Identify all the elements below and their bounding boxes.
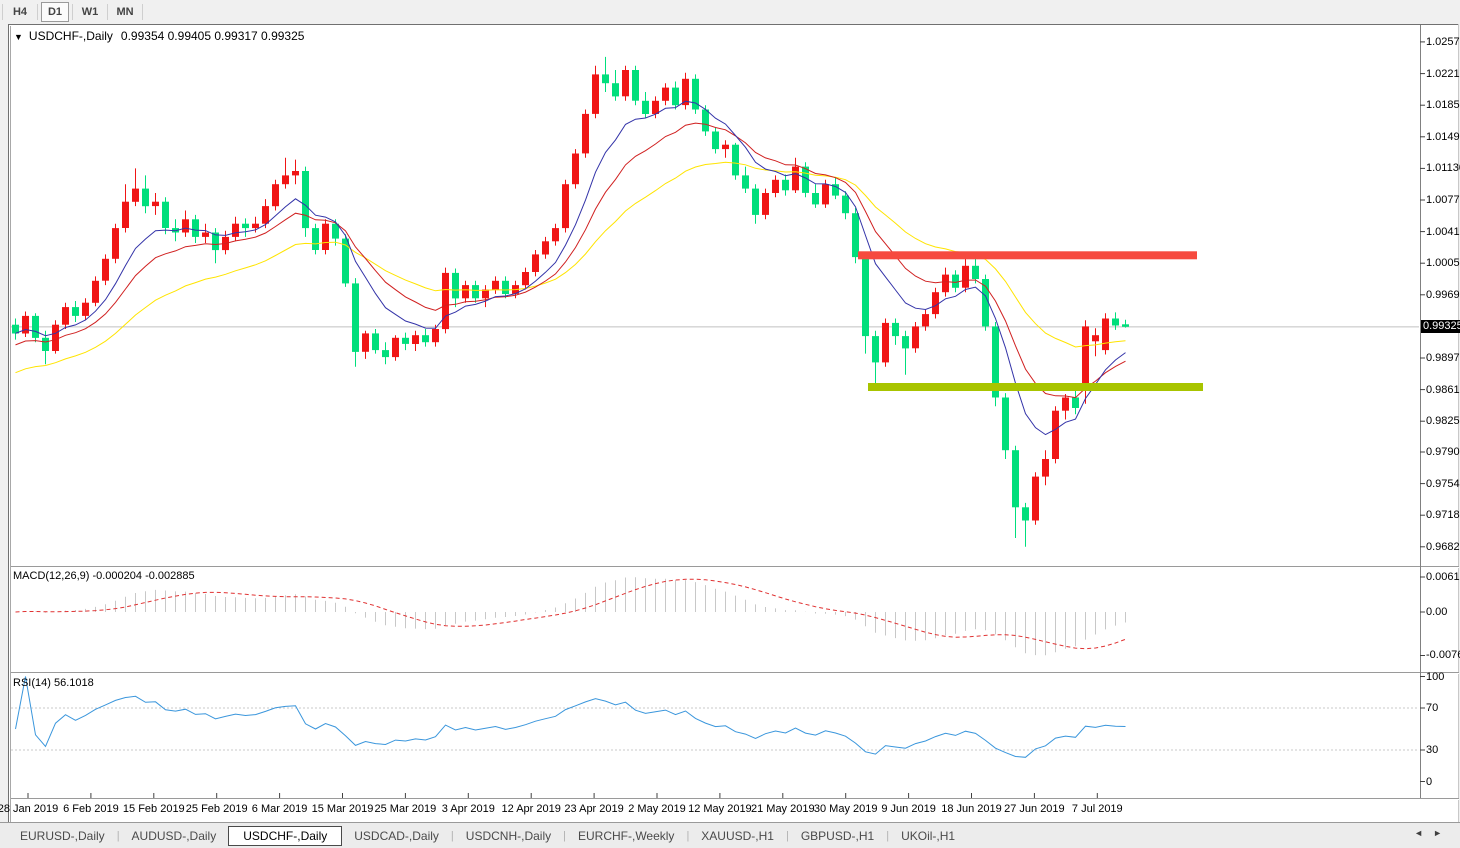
price-axis-tick: 0.97180 [1426, 509, 1460, 522]
price-axis-tick: 1.01130 [1426, 162, 1460, 175]
rsi-axis-tick: 70 [1426, 702, 1439, 714]
macd-axis-tick: 0.00 [1426, 606, 1448, 618]
price-axis-tick: 0.98970 [1426, 352, 1460, 365]
mt4-window: H4 D1 W1 MN ▼ USDCHF-,Daily 0.99354 0.99405 0… [0, 0, 1460, 848]
price-axis-tick: 1.02210 [1426, 67, 1460, 80]
price-axis-tick: 0.98250 [1426, 415, 1460, 428]
rsi-axis-tick: 100 [1426, 670, 1445, 683]
price-axis-tick: 1.00050 [1426, 257, 1460, 270]
price-axis-tick: 1.01850 [1426, 99, 1460, 112]
rsi-axis-tick: 0 [1426, 775, 1433, 788]
price-axis-tick: 0.98610 [1426, 383, 1460, 396]
price-axis-tick: 0.97900 [1426, 445, 1460, 458]
chart-dropdown-icon[interactable]: ▼ [14, 32, 23, 42]
macd-axis-tick: 0.00613 [1426, 570, 1460, 583]
price-axis-tick: 0.96820 [1426, 540, 1460, 553]
price-axis-tick: 1.02570 [1426, 35, 1460, 48]
current-price-label: 0.99325 [1421, 320, 1460, 334]
chart-title: ▼ USDCHF-,Daily 0.99354 0.99405 0.99317 0.… [14, 29, 304, 43]
price-axis-tick: 0.99690 [1426, 288, 1460, 301]
tab-scroll-left-icon[interactable]: ◄ [1414, 828, 1433, 838]
price-axis-tick: 0.97540 [1426, 477, 1460, 490]
price-axis-tick: 1.00770 [1426, 193, 1460, 206]
price-axis-tick: 1.00410 [1426, 225, 1460, 238]
tab-scroll-arrows: ◄► [1414, 828, 1452, 838]
rsi-indicator-label: RSI(14) 56.1018 [13, 677, 94, 689]
tab-scroll-right-icon[interactable]: ► [1433, 828, 1452, 838]
macd-indicator-label: MACD(12,26,9) -0.000204 -0.002885 [13, 570, 195, 582]
rsi-axis-tick: 30 [1426, 744, 1439, 756]
chart-symbol-label: USDCHF-,Daily [28, 29, 113, 43]
macd-axis-tick: -0.00761 [1426, 649, 1460, 662]
chart-ohlc-values: 0.99354 0.99405 0.99317 0.99325 [120, 29, 305, 43]
chart-canvas[interactable] [0, 0, 1460, 848]
date-axis-tick: 7 Jul 2019 [1071, 803, 1123, 815]
price-axis-tick: 1.01490 [1426, 130, 1460, 143]
